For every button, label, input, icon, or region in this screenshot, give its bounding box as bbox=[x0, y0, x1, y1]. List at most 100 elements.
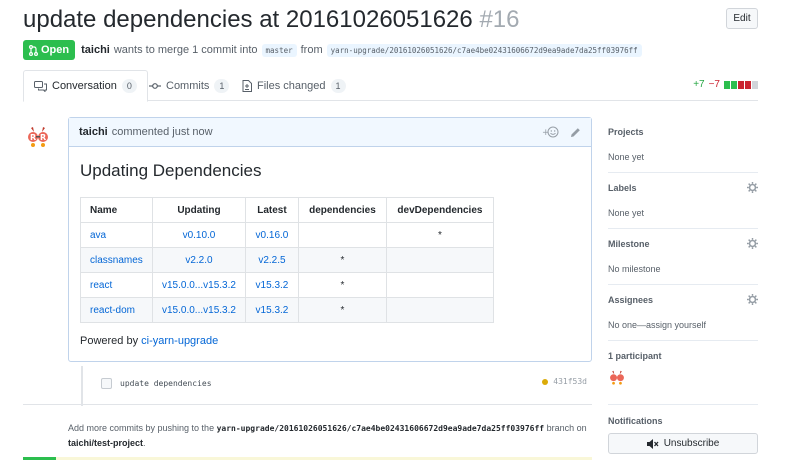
push-note-text: Add more commits by pushing to the bbox=[68, 423, 215, 433]
unsubscribe-button[interactable]: Unsubscribe bbox=[608, 433, 758, 454]
table-cell[interactable]: ava bbox=[80, 222, 153, 248]
comment-author-link[interactable]: taichi bbox=[79, 126, 108, 138]
pr-author-link[interactable]: taichi bbox=[81, 44, 110, 56]
assign-yourself-link[interactable]: No one—assign yourself bbox=[608, 319, 758, 331]
commit-icon bbox=[149, 82, 161, 89]
participant-avatar[interactable] bbox=[608, 368, 626, 386]
pr-comment: taichi commented just now + Updating Dep… bbox=[68, 117, 592, 362]
table-cell[interactable]: v0.16.0 bbox=[244, 222, 299, 248]
table-cell[interactable]: classnames bbox=[80, 247, 153, 273]
table-row: react v15.0.0...v15.3.2 v15.3.2 * bbox=[80, 272, 494, 298]
base-branch: master bbox=[261, 43, 297, 57]
table-cell bbox=[385, 297, 494, 323]
table-cell[interactable]: v2.2.5 bbox=[244, 247, 299, 273]
version-link[interactable]: v2.2.5 bbox=[258, 255, 285, 266]
version-link[interactable]: v2.2.0 bbox=[185, 255, 212, 266]
table-cell[interactable]: v2.2.0 bbox=[152, 247, 246, 273]
pr-tabs: Conversation 0 Commits 1 Files changed 1… bbox=[23, 70, 758, 102]
pr-header: update dependencies at 20161026051626 #1… bbox=[23, 6, 763, 34]
tab-conversation[interactable]: Conversation 0 bbox=[23, 70, 148, 102]
author-avatar[interactable]: R R bbox=[25, 123, 51, 149]
column-header: devDependencies bbox=[385, 197, 494, 223]
column-header: Updating bbox=[152, 197, 246, 223]
table-cell bbox=[385, 247, 494, 273]
merge-text: wants to merge 1 commit into bbox=[113, 44, 258, 56]
push-note-repo: taichi/test-project bbox=[68, 438, 144, 448]
svg-text:R: R bbox=[40, 133, 46, 142]
push-note-text: on bbox=[576, 423, 587, 433]
gear-icon[interactable] bbox=[747, 238, 758, 249]
push-note: Add more commits by pushing to the yarn-… bbox=[68, 421, 592, 450]
package-link[interactable]: classnames bbox=[90, 255, 143, 266]
version-link[interactable]: v0.16.0 bbox=[256, 230, 289, 241]
table-cell[interactable]: v15.0.0...v15.3.2 bbox=[152, 272, 246, 298]
table-cell[interactable]: react bbox=[80, 272, 153, 298]
diffstat-block bbox=[731, 80, 737, 89]
timeline-divider bbox=[23, 404, 592, 405]
push-note-text: branch bbox=[546, 423, 575, 433]
comment-discussion-icon bbox=[34, 80, 47, 92]
table-cell[interactable]: v15.3.2 bbox=[244, 272, 299, 298]
from-text: from bbox=[300, 44, 323, 56]
push-note-text: . bbox=[143, 438, 146, 448]
push-note-branch: yarn-upgrade/20161026051626/c7ae4be02431… bbox=[216, 424, 545, 433]
sidebar-value: No milestone bbox=[608, 264, 661, 274]
svg-text:R: R bbox=[30, 133, 36, 142]
powered-by-link[interactable]: ci-yarn-upgrade bbox=[141, 335, 218, 347]
column-header: dependencies bbox=[297, 197, 387, 223]
table-header-row: Name Updating Latest dependencies devDep… bbox=[80, 197, 494, 223]
table-cell[interactable]: v15.3.2 bbox=[244, 297, 299, 323]
diffstat[interactable]: +7 −7 bbox=[693, 79, 758, 90]
diffstat-block bbox=[724, 80, 730, 89]
version-link[interactable]: v0.10.0 bbox=[183, 230, 216, 241]
gear-icon[interactable] bbox=[747, 182, 758, 193]
tab-files-changed[interactable]: Files changed 1 bbox=[232, 70, 356, 101]
diffstat-block bbox=[738, 80, 744, 89]
dependencies-table: Name Updating Latest dependencies devDep… bbox=[80, 197, 494, 323]
commit-sha-link[interactable]: 431f53d bbox=[553, 377, 587, 386]
pending-status-icon[interactable] bbox=[542, 378, 549, 385]
add-reaction-icon[interactable]: + bbox=[542, 126, 560, 141]
version-link[interactable]: v15.0.0...v15.3.2 bbox=[162, 280, 236, 291]
comment-header: taichi commented just now bbox=[69, 118, 591, 147]
package-link[interactable]: react bbox=[90, 280, 112, 291]
comment-heading: Updating Dependencies bbox=[80, 161, 262, 180]
table-cell: * bbox=[297, 272, 387, 298]
table-cell[interactable]: react-dom bbox=[80, 297, 153, 323]
table-cell bbox=[385, 272, 494, 298]
tab-commits[interactable]: Commits 1 bbox=[139, 70, 239, 101]
tab-label: Files changed bbox=[257, 79, 326, 92]
sidebar-title: 1 participant bbox=[608, 351, 662, 361]
pr-title-text: update dependencies at 20161026051626 bbox=[23, 6, 473, 33]
commit-message-link[interactable]: update dependencies bbox=[120, 379, 212, 388]
tab-label: Commits bbox=[166, 79, 210, 92]
diffstat-block bbox=[745, 80, 751, 89]
unsubscribe-label: Unsubscribe bbox=[663, 438, 720, 449]
gear-icon[interactable] bbox=[747, 294, 758, 305]
state-label: Open bbox=[41, 44, 70, 56]
version-link[interactable]: v15.3.2 bbox=[256, 305, 289, 316]
version-link[interactable]: v15.3.2 bbox=[256, 280, 289, 291]
pr-meta: Open taichi wants to merge 1 commit into… bbox=[23, 40, 646, 60]
comment-body: Updating Dependencies Name Updating Late… bbox=[69, 147, 591, 359]
powered-by: Powered by ci-yarn-upgrade bbox=[80, 335, 580, 347]
table-row: react-dom v15.0.0...v15.3.2 v15.3.2 * bbox=[80, 297, 494, 323]
sidebar-participants: 1 participant bbox=[608, 341, 758, 405]
version-link[interactable]: v15.0.0...v15.3.2 bbox=[162, 305, 236, 316]
sidebar-value: None yet bbox=[608, 152, 645, 162]
edit-button[interactable]: Edit bbox=[726, 8, 758, 29]
table-cell[interactable]: v0.10.0 bbox=[152, 222, 246, 248]
table-cell[interactable]: v15.0.0...v15.3.2 bbox=[152, 297, 246, 323]
table-row: classnames v2.2.0 v2.2.5 * bbox=[80, 247, 494, 273]
mute-icon bbox=[646, 438, 659, 449]
commit-status: 431f53d bbox=[542, 377, 587, 386]
sidebar-value: None yet bbox=[608, 208, 645, 218]
package-link[interactable]: react-dom bbox=[90, 305, 135, 316]
pr-number: #16 bbox=[479, 6, 520, 33]
table-cell: * bbox=[297, 297, 387, 323]
tab-counter: 0 bbox=[121, 79, 137, 93]
pencil-icon[interactable] bbox=[570, 127, 581, 141]
package-link[interactable]: ava bbox=[90, 230, 106, 241]
pr-title: update dependencies at 20161026051626 #1… bbox=[23, 6, 763, 34]
commit-item: update dependencies 431f53d bbox=[101, 376, 591, 390]
